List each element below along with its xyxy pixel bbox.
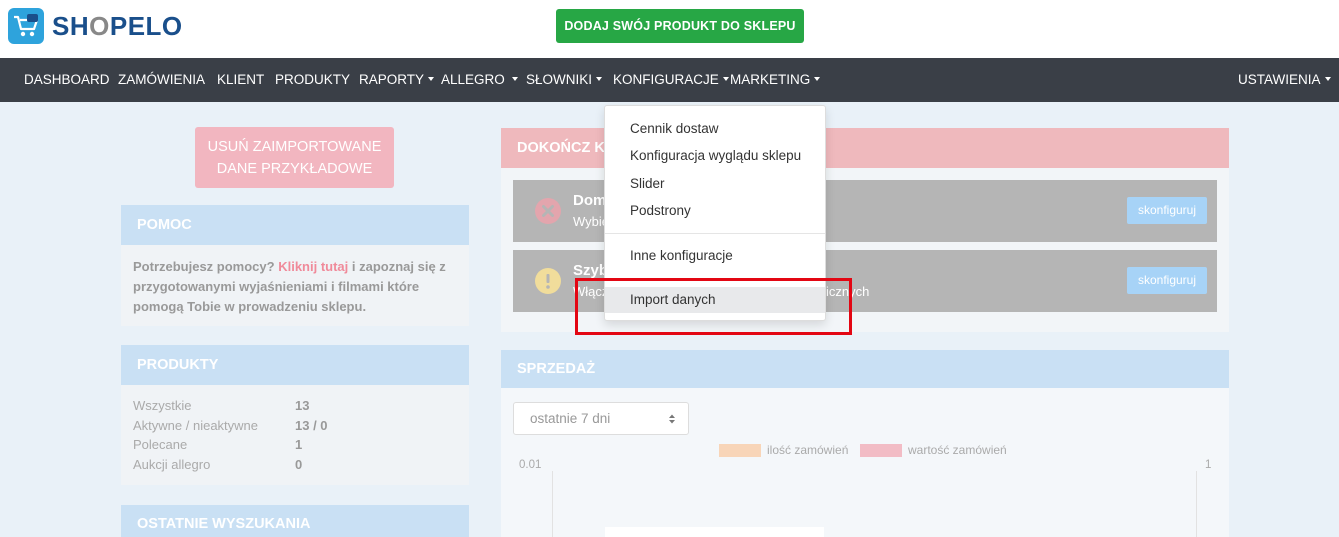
stat-label: Aukcji allegro [133,457,211,472]
y-axis-right-tick: 1 [1205,459,1212,471]
task-title: Dom [573,192,607,209]
help-panel-title: POMOC [121,205,469,245]
error-icon [535,198,561,224]
legend-swatch-value [860,444,902,457]
nav-reports[interactable]: RAPORTY [359,58,435,102]
stat-label: Aktywne / nieaktywne [133,418,259,433]
caret-down-icon [722,77,729,82]
caret-down-icon [814,77,821,82]
task-title: Szyb [573,262,609,279]
nav-marketing[interactable]: MARKETING [730,58,821,102]
y-axis-left-tick: 0.01 [519,459,542,471]
add-product-button[interactable]: DODAJ SWÓJ PRODUKT DO SKLEPU [556,9,804,43]
caret-down-icon [428,77,435,82]
caret-down-icon [511,77,518,82]
menu-item-store-appearance[interactable]: Konfiguracja wyglądu sklepu [605,143,825,169]
select-arrows-icon [669,414,675,424]
logo[interactable]: SHOPELO [8,8,183,44]
chart-tooltip-area [605,527,824,537]
configure-button[interactable]: skonfiguruj [1127,197,1207,224]
nav-orders[interactable]: ZAMÓWIENIA [118,58,205,102]
stat-value: 0 [295,457,303,472]
menu-item-slider[interactable]: Slider [605,171,825,197]
legend-label-value: wartość zamówień [908,443,1007,457]
configurations-dropdown: Cennik dostaw Konfiguracja wyglądu sklep… [604,105,826,321]
sales-panel-title: SPRZEDAŻ [501,350,1229,388]
menu-divider [605,233,825,234]
main-navbar: DASHBOARD ZAMÓWIENIA KLIENT PRODUKTY RAP… [0,58,1339,102]
menu-divider [605,278,825,279]
stat-value: 13 [295,398,310,413]
nav-dictionaries[interactable]: SŁOWNIKI [526,58,603,102]
nav-configurations[interactable]: KONFIGURACJE [613,58,729,102]
logo-text: SHOPELO [52,10,183,41]
help-text: Potrzebujesz pomocy? Kliknij tutaj i zap… [133,259,446,314]
caret-down-icon [596,77,603,82]
menu-item-subpages[interactable]: Podstrony [605,198,825,224]
task-description-tail: icznych [826,284,870,299]
products-panel-title: PRODUKTY [121,345,469,385]
menu-item-import-data[interactable]: Import danych [605,287,825,313]
products-panel: PRODUKTY Wszystkie 13 Aktywne / nieaktyw… [121,345,469,485]
caret-down-icon [1324,77,1331,82]
y-axis-right-line [1196,471,1197,537]
legend-swatch-orders [719,444,761,457]
stat-label: Polecane [133,437,188,452]
recent-searches-title: OSTATNIE WYSZUKANIA [121,505,469,537]
y-axis-left-line [552,471,553,537]
nav-products[interactable]: PRODUKTY [275,58,350,102]
recent-searches-panel: OSTATNIE WYSZUKANIA [121,505,469,537]
configure-button[interactable]: skonfiguruj [1127,267,1207,294]
warning-icon [535,268,561,294]
nav-settings[interactable]: USTAWIENIA [1238,58,1331,102]
remove-sample-data-button[interactable]: USUŃ ZAIMPORTOWANE DANE PRZYKŁADOWE [195,127,394,188]
stat-value: 13 / 0 [295,418,328,433]
legend-label-orders: ilość zamówień [767,443,849,457]
period-select[interactable]: ostatnie 7 dni [513,402,689,435]
stat-label: Wszystkie [133,398,192,413]
nav-dashboard[interactable]: DASHBOARD [24,58,110,102]
help-panel: POMOC Potrzebujesz pomocy? Kliknij tutaj… [121,205,469,326]
nav-allegro[interactable]: ALLEGRO [441,58,518,102]
menu-item-other-configurations[interactable]: Inne konfiguracje [605,243,825,269]
stat-value: 1 [295,437,303,452]
header: SHOPELO DODAJ SWÓJ PRODUKT DO SKLEPU [0,0,1339,58]
nav-client[interactable]: KLIENT [217,58,264,102]
cart-icon [8,8,44,44]
help-link[interactable]: Kliknij tutaj [278,259,348,274]
menu-item-delivery-prices[interactable]: Cennik dostaw [605,116,825,142]
